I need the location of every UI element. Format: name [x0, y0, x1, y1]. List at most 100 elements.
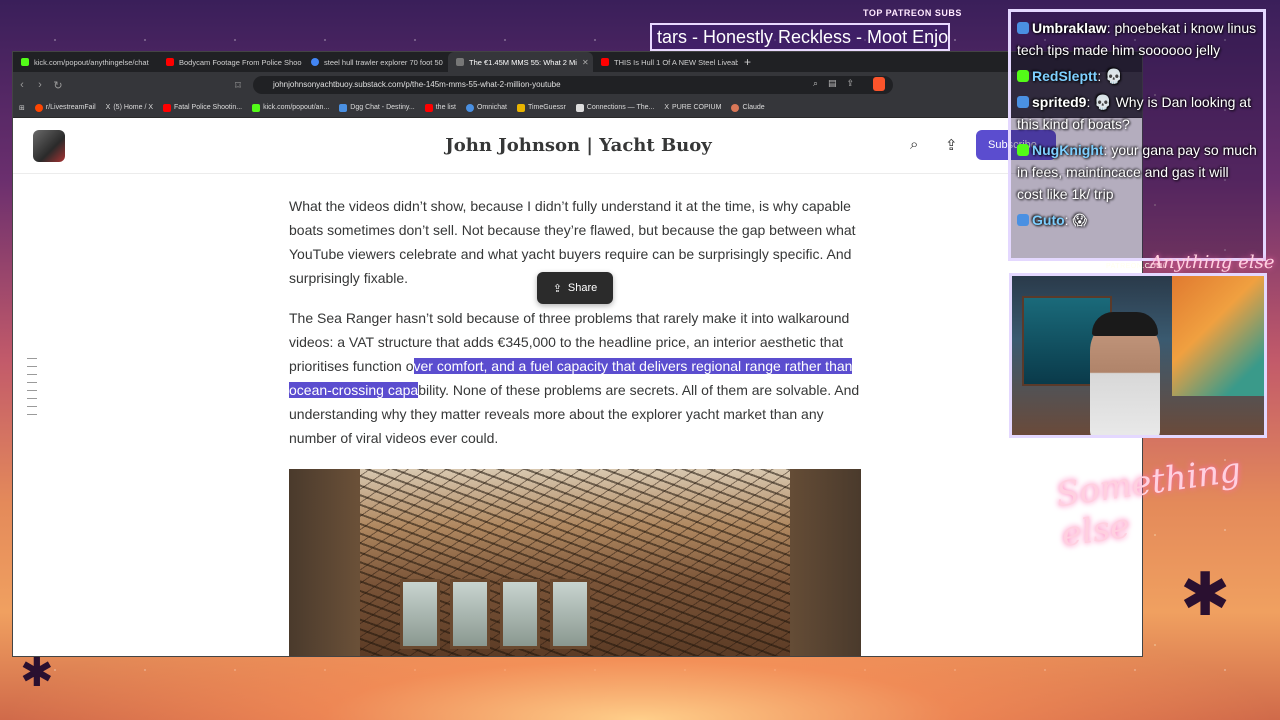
back-icon[interactable]: ‹ [13, 79, 31, 91]
webcam-feed [1009, 273, 1267, 438]
photo-window [500, 579, 540, 649]
reload-icon[interactable]: ↻ [49, 79, 67, 92]
tab-label: steel hull trawler explorer 70 foot 50 [324, 57, 443, 67]
palm-tree-icon: ✱ [1180, 561, 1231, 628]
bookmark-label: TimeGuessr [527, 104, 566, 111]
table-of-contents-toggle[interactable] [27, 358, 37, 415]
bookmark-item[interactable]: TimeGuessr [516, 103, 566, 112]
bookmark-item[interactable]: Fatal Police Shootin... [163, 103, 243, 112]
apps-icon[interactable]: ⊞ [19, 104, 25, 112]
google-icon [311, 58, 319, 66]
bookmark-icon[interactable]: ⌑ [229, 79, 247, 92]
chat-message: Guto: 😱 [1017, 209, 1257, 231]
reader-icon[interactable]: ▤ [828, 78, 837, 89]
bookmark-item[interactable]: the list [424, 103, 456, 112]
brave-shield-icon[interactable] [873, 77, 885, 91]
youtube-icon [163, 103, 172, 112]
reddit-icon [34, 103, 43, 112]
tab-label: THIS Is Hull 1 Of A NEW Steel Liveab [614, 57, 738, 67]
dgg-icon [339, 103, 348, 112]
bookmarks-bar: ⊞ r/LivestreamFail X (5) Home / X Fatal P… [13, 98, 1142, 118]
bookmark-label: Fatal Police Shootin... [174, 104, 243, 111]
bookmark-item[interactable]: Omnichat [465, 103, 507, 112]
bookmark-item[interactable]: X PURE COPIUM [664, 104, 721, 111]
tab-youtube-hull[interactable]: THIS Is Hull 1 Of A NEW Steel Liveab [593, 52, 738, 72]
bookmark-label: Connections — The... [586, 104, 655, 111]
boat-interior-photo [360, 469, 790, 656]
photo-window [550, 579, 590, 649]
tab-google-search[interactable]: steel hull trawler explorer 70 foot 50 [303, 52, 448, 72]
claude-icon [731, 103, 740, 112]
share-icon: ⇪ [552, 282, 562, 295]
close-tab-icon[interactable]: ✕ [582, 58, 589, 67]
article-image[interactable] [289, 469, 861, 656]
browser-window: kick.com/popout/anythingelse/chat Bodyca… [12, 51, 1143, 657]
tab-substack-article[interactable]: The €1.45M MMS 55: What 2 Mi ✕ [448, 52, 593, 72]
stream-chat-overlay: Umbraklaw: phoebekat i know linus tech t… [1008, 9, 1266, 261]
tab-bodycam[interactable]: Bodycam Footage From Police Shoo [158, 52, 303, 72]
url-actions: ⌕ ▤ ⇪ [813, 78, 854, 89]
chat-message: Umbraklaw: phoebekat i know linus tech t… [1017, 20, 1257, 58]
tab-label: kick.com/popout/anythingelse/chat [34, 57, 149, 67]
new-tab-button[interactable]: + [738, 55, 751, 69]
kick-icon [252, 103, 261, 112]
chat-username: Guto [1032, 212, 1065, 228]
bookmark-item[interactable]: Dgg Chat - Destiny... [339, 103, 415, 112]
top-subs-ticker: tars - Honestly Reckless - Moot Enjoye [650, 23, 950, 51]
bookmark-label: (5) Home / X [113, 104, 154, 111]
address-bar-row: ‹ › ↻ ⌑ johnjohnsonyachtbuoy.substack.co… [13, 72, 1142, 98]
bookmark-label: PURE COPIUM [672, 104, 722, 111]
bookmark-label: Omnichat [476, 104, 507, 111]
chat-username: sprited9 [1032, 94, 1087, 110]
selection-share-button[interactable]: ⇪ Share [537, 272, 613, 304]
share-page-icon[interactable]: ⇪ [847, 78, 855, 89]
substack-icon [456, 58, 464, 66]
tab-favicon-icon [21, 58, 29, 66]
kick-badge-icon [1017, 144, 1029, 156]
chat-message: sprited9: 💀 Why is Dan looking at this k… [1017, 94, 1251, 132]
bookmark-label: kick.com/popout/an... [263, 104, 330, 111]
bookmark-label: the list [435, 104, 456, 111]
chat-badge-icon [1017, 214, 1029, 226]
tab-label: The €1.45M MMS 55: What 2 Mi [469, 57, 577, 67]
photo-window [400, 579, 440, 649]
kick-badge-icon [1017, 70, 1029, 82]
chat-message: RedSleptt: 💀 [1017, 65, 1257, 87]
zoom-icon[interactable]: ⌕ [813, 78, 818, 89]
bookmark-item[interactable]: kick.com/popout/an... [252, 103, 330, 112]
youtube-icon [601, 58, 609, 66]
webcam-mural [1172, 276, 1264, 396]
bookmark-item[interactable]: Connections — The... [575, 103, 655, 112]
tab-kick-chat[interactable]: kick.com/popout/anythingelse/chat [13, 52, 158, 72]
url-field[interactable]: johnjohnsonyachtbuoy.substack.com/p/the-… [253, 76, 893, 94]
chat-badge-icon [1017, 22, 1029, 34]
anything-else-logo: Anything else [1150, 252, 1275, 273]
bookmark-item[interactable]: X (5) Home / X [106, 104, 153, 111]
chat-text: 💀 [1105, 68, 1123, 84]
article-page: John Johnson | Yacht Buoy ⌕ ⇪ Subscribe … [13, 118, 1142, 656]
bookmark-item[interactable]: r/LivestreamFail [34, 103, 96, 112]
x-icon: X [664, 104, 670, 111]
youtube-icon [166, 58, 174, 66]
share-label: Share [567, 282, 598, 294]
top-subs-label: TOP PATREON SUBS [863, 8, 962, 18]
photo-window [450, 579, 490, 649]
timeguessr-icon [516, 103, 525, 112]
x-icon: X [105, 104, 111, 111]
search-icon[interactable]: ⌕ [910, 136, 918, 153]
connections-icon [575, 103, 584, 112]
chat-username: RedSleptt [1032, 68, 1098, 84]
chat-username: Umbraklaw [1032, 20, 1107, 36]
bookmark-item[interactable]: Claude [731, 103, 765, 112]
forward-icon[interactable]: › [31, 79, 49, 91]
publication-title[interactable]: John Johnson | Yacht Buoy [13, 135, 1142, 156]
article-body: What the videos didn’t show, because I d… [289, 194, 864, 466]
share-icon[interactable]: ⇪ [945, 136, 958, 154]
chat-username: NugKnight [1032, 142, 1104, 158]
bookmark-label: r/LivestreamFail [45, 104, 96, 111]
bookmark-label: Claude [742, 104, 765, 111]
bookmark-label: Dgg Chat - Destiny... [350, 104, 415, 111]
tab-bar: kick.com/popout/anythingelse/chat Bodyca… [13, 52, 1142, 72]
streamer-hat [1092, 312, 1158, 336]
omnichat-icon [465, 103, 474, 112]
